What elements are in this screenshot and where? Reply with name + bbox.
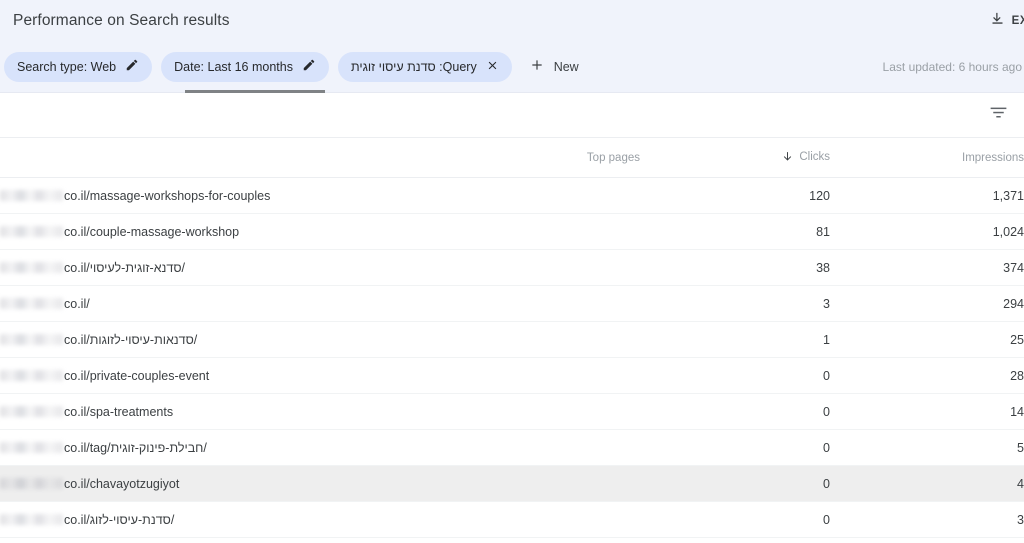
- page-url: co.il/: [64, 296, 90, 311]
- pencil-icon[interactable]: [302, 58, 316, 75]
- table-cell-page[interactable]: co.il/chavayotzugiyot: [0, 465, 640, 502]
- new-filter-label: New: [553, 59, 579, 74]
- table-row[interactable]: co.il/סדנאות-עיסוי-לזוגות/1 25: [0, 321, 1024, 358]
- filter-chip-date[interactable]: Date: Last 16 months: [161, 51, 329, 82]
- table-cell-clicks: 0: [640, 501, 830, 538]
- column-header-impressions[interactable]: Impressions: [830, 138, 1024, 178]
- table-cell-clicks: 0: [640, 465, 830, 502]
- table-cell-clicks: 0: [640, 393, 830, 430]
- column-header-impressions-label: Impressions: [962, 152, 1024, 164]
- filter-chip-query[interactable]: Query: סדנת עיסוי זוגית: [337, 51, 512, 82]
- table-cell-page[interactable]: co.il/סדנאות-עיסוי-לזוגות/: [0, 321, 640, 358]
- table-row[interactable]: co.il/private-couples-event 0 28: [0, 357, 1024, 394]
- table-cell-clicks: 38: [640, 249, 830, 286]
- table-head: Top pages Clicks Impressions: [0, 138, 1024, 178]
- redacted-domain: [0, 406, 63, 417]
- redacted-domain: [0, 298, 63, 309]
- pencil-icon[interactable]: [125, 58, 139, 75]
- table-cell-impressions: 4: [830, 465, 1024, 502]
- table-cell-impressions: 1,371: [830, 177, 1024, 214]
- table-row[interactable]: co.il/couple-massage-workshop 81 1,024: [0, 213, 1024, 250]
- column-header-clicks[interactable]: Clicks: [640, 138, 830, 178]
- table-cell-impressions: 294: [830, 285, 1024, 322]
- table-cell-clicks: 120: [640, 177, 830, 214]
- table-cell-clicks: 0: [640, 429, 830, 466]
- page-url: co.il/couple-massage-workshop: [64, 224, 240, 239]
- column-header-clicks-label: Clicks: [799, 150, 830, 163]
- page-url: co.il/private-couples-event: [64, 368, 210, 383]
- redacted-domain: [0, 262, 63, 273]
- table-row[interactable]: co.il/סדנת-עיסוי-לזוג/0 3: [0, 501, 1024, 538]
- filter-bar: Search type: Web Date: Last 16 months Qu…: [0, 41, 1024, 93]
- table-cell-page[interactable]: co.il/spa-treatments: [0, 393, 640, 430]
- table-header-row: Top pages Clicks Impressions: [0, 138, 1024, 178]
- page-title: Performance on Search results: [13, 11, 230, 29]
- tune-icon[interactable]: [984, 98, 1013, 132]
- plus-icon: [529, 57, 545, 76]
- table-cell-impressions: 28: [830, 357, 1024, 394]
- redacted-domain: [0, 442, 63, 453]
- table-cell-impressions: 14: [830, 393, 1024, 430]
- filter-chip-query-label: Query: סדנת עיסוי זוגית: [350, 59, 477, 74]
- column-header-top-pages-label: Top pages: [586, 152, 640, 164]
- table-cell-clicks: 81: [640, 213, 830, 250]
- table-cell-impressions: 5: [830, 429, 1024, 466]
- table-row[interactable]: co.il/3 294: [0, 285, 1024, 322]
- filter-chip-date-label: Date: Last 16 months: [174, 59, 293, 74]
- arrow-down-icon: [781, 150, 794, 163]
- redacted-domain: [0, 226, 63, 237]
- page-url: co.il/chavayotzugiyot: [64, 476, 180, 491]
- app-header: Performance on Search results EXPO: [0, 0, 1024, 41]
- active-tab-indicator: [185, 90, 325, 93]
- performance-table: Top pages Clicks Impressions co.il/massa…: [0, 138, 1024, 538]
- table-row[interactable]: co.il/chavayotzugiyot 0 4: [0, 465, 1024, 502]
- close-icon[interactable]: [486, 59, 499, 75]
- table-row[interactable]: co.il/spa-treatments 0 14: [0, 393, 1024, 430]
- redacted-domain: [0, 478, 63, 489]
- table-cell-page[interactable]: co.il/סדנת-עיסוי-לזוג/: [0, 501, 640, 538]
- last-updated-text: Last updated: 6 hours ago: [882, 59, 1022, 74]
- filter-chip-search-type[interactable]: Search type: Web: [4, 51, 153, 82]
- new-filter-button[interactable]: New: [529, 57, 579, 76]
- table-cell-impressions: 374: [830, 249, 1024, 286]
- table-row[interactable]: co.il/סדנא-זוגית-לעיסוי/38 374: [0, 249, 1024, 286]
- table-cell-clicks: 1: [640, 321, 830, 358]
- table-row[interactable]: co.il/tag/חבילת-פינוק-זוגית/0 5: [0, 429, 1024, 466]
- page-url: co.il/spa-treatments: [64, 404, 174, 419]
- table-cell-impressions: 25: [830, 321, 1024, 358]
- page-url: co.il/tag/חבילת-פינוק-זוגית/: [64, 440, 207, 455]
- table-cell-impressions: 3: [830, 501, 1024, 538]
- page-url: co.il/סדנא-זוגית-לעיסוי/: [64, 260, 186, 275]
- column-header-top-pages[interactable]: Top pages: [0, 138, 640, 178]
- table-cell-page[interactable]: co.il/massage-workshops-for-couples: [0, 177, 640, 214]
- table-cell-clicks: 3: [640, 285, 830, 322]
- redacted-domain: [0, 190, 63, 201]
- export-button[interactable]: EXPO: [990, 11, 1024, 31]
- redacted-domain: [0, 334, 63, 345]
- table-cell-impressions: 1,024: [830, 213, 1024, 250]
- redacted-domain: [0, 370, 63, 381]
- page-url: co.il/סדנאות-עיסוי-לזוגות/: [64, 332, 198, 347]
- table-row[interactable]: co.il/massage-workshops-for-couples 120 1,…: [0, 177, 1024, 214]
- table-cell-page[interactable]: co.il/: [0, 285, 640, 322]
- table-cell-page[interactable]: co.il/private-couples-event: [0, 357, 640, 394]
- table-body: co.il/massage-workshops-for-couples 120 1,…: [0, 177, 1024, 538]
- table-cell-page[interactable]: co.il/couple-massage-workshop: [0, 213, 640, 250]
- page-url: co.il/massage-workshops-for-couples: [64, 188, 271, 203]
- filter-chip-search-type-label: Search type: Web: [17, 59, 117, 74]
- export-label: EXPO: [1011, 14, 1024, 27]
- table-cell-page[interactable]: co.il/סדנא-זוגית-לעיסוי/: [0, 249, 640, 286]
- page-url: co.il/סדנת-עיסוי-לזוג/: [64, 512, 175, 527]
- filter-chip-list: Search type: Web Date: Last 16 months Qu…: [4, 51, 512, 82]
- redacted-domain: [0, 514, 63, 525]
- download-icon: [990, 11, 1005, 31]
- table-toolbar: [0, 93, 1024, 138]
- table-cell-clicks: 0: [640, 357, 830, 394]
- table-cell-page[interactable]: co.il/tag/חבילת-פינוק-זוגית/: [0, 429, 640, 466]
